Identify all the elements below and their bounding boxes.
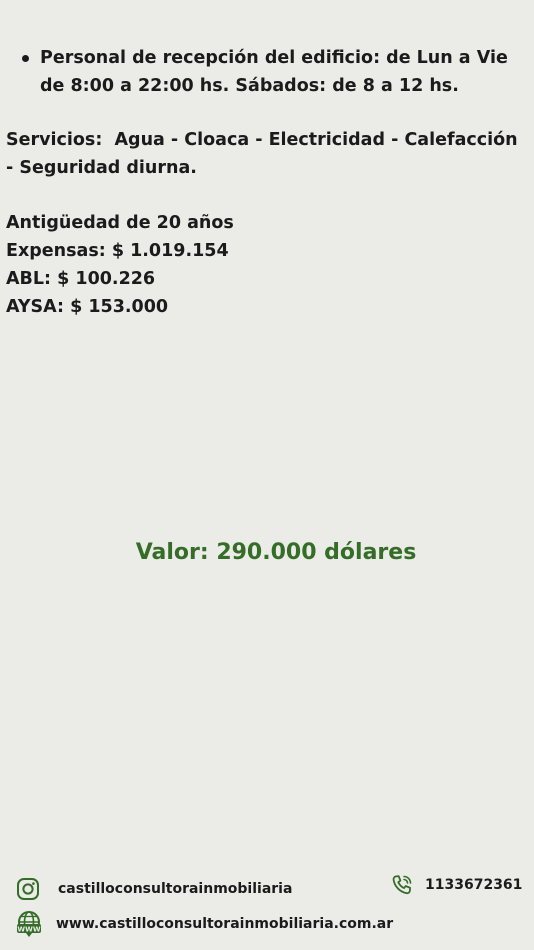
property-facts: Antigüedad de 20 años Expensas: $ 1.019.…: [6, 209, 234, 321]
price-heading: Valor: 290.000 dólares: [135, 540, 417, 565]
bullet-dot: [22, 55, 29, 62]
aysa-text: AYSA: $ 153.000: [6, 297, 169, 317]
phone-number[interactable]: 1133672361: [425, 877, 522, 893]
details-bullet-list: Personal de recepción del edificio: de L…: [18, 44, 518, 100]
website-contact[interactable]: WWW www.castilloconsultorainmobiliaria.c…: [14, 910, 393, 938]
phone-icon: [390, 873, 414, 897]
age-text: Antigüedad de 20 años: [6, 213, 234, 233]
abl-text: ABL: $ 100.226: [6, 269, 156, 289]
www-globe-icon: WWW: [14, 910, 44, 938]
svg-text:WWW: WWW: [17, 925, 40, 933]
website-url[interactable]: www.castilloconsultorainmobiliaria.com.a…: [56, 916, 393, 932]
instagram-icon: [16, 877, 40, 901]
instagram-handle[interactable]: castilloconsultorainmobiliaria: [58, 881, 292, 897]
expensas-text: Expensas: $ 1.019.154: [6, 241, 229, 261]
services-text: Servicios: Agua - Cloaca - Electricidad …: [6, 130, 524, 178]
phone-contact[interactable]: 1133672361: [390, 873, 522, 897]
reception-hours-text: Personal de recepción del edificio: de L…: [40, 48, 508, 96]
instagram-contact[interactable]: castilloconsultorainmobiliaria: [16, 877, 292, 901]
list-item: Personal de recepción del edificio: de L…: [18, 44, 518, 100]
